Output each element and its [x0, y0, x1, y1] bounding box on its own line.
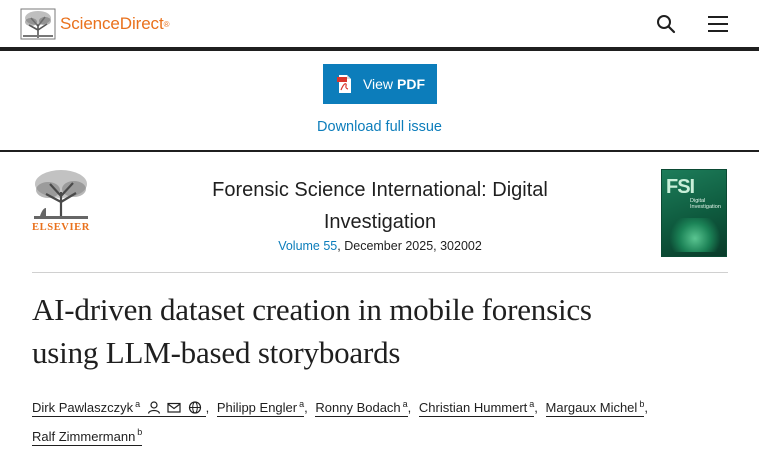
article-title: AI-driven dataset creation in mobile for… [32, 288, 732, 374]
elsevier-tree-icon [20, 8, 56, 40]
sciencedirect-logo[interactable]: ScienceDirect ® [20, 8, 169, 40]
author-link[interactable]: Christian Hummert a [418, 399, 535, 418]
journal-cover-image[interactable]: FSI Digital Investigation [661, 169, 727, 257]
elsevier-wordmark: ELSEVIER [32, 222, 90, 233]
author-link[interactable]: Philipp Engler a [216, 399, 305, 418]
article-title-line-1: AI-driven dataset creation in mobile for… [32, 292, 592, 327]
search-icon[interactable] [654, 12, 678, 36]
view-pdf-label: View [362, 76, 394, 92]
elsevier-logo[interactable]: ELSEVIER [30, 168, 92, 236]
author-separator: , [644, 400, 648, 416]
top-header: ScienceDirect ® [0, 0, 759, 47]
author-link[interactable]: Dirk Pawlaszczyk a [32, 399, 206, 418]
pdf-file-icon [336, 75, 351, 93]
affiliation-marker: b [137, 427, 143, 438]
author-link[interactable]: Margaux Michel b [545, 399, 645, 418]
author-separator: , [205, 400, 210, 416]
author-separator: , [407, 400, 412, 416]
pdf-download-area: View PDF Download full issue [0, 51, 759, 150]
author-name: Ralf Zimmermann [32, 428, 136, 444]
author-name: Philipp Engler [216, 400, 298, 416]
journal-divider [32, 272, 728, 273]
pdf-area-divider [0, 150, 759, 152]
journal-title-link[interactable]: Forensic Science International: Digital … [160, 174, 600, 238]
hamburger-menu-icon[interactable] [706, 12, 730, 36]
view-pdf-button[interactable]: View PDF [323, 64, 437, 104]
elsevier-tree-icon [34, 170, 88, 219]
journal-issue-info: Volume 55, December 2025, 302002 [160, 239, 600, 253]
cover-subtitle: Digital Investigation [690, 198, 721, 210]
author-separator: , [534, 400, 538, 416]
journal-title-line-2: Investigation [323, 211, 437, 233]
brand-registered-mark: ® [163, 19, 170, 29]
brand-name: ScienceDirect [60, 14, 164, 33]
volume-link[interactable]: Volume 55 [278, 239, 337, 253]
cover-artwork [668, 218, 722, 252]
email-icon [167, 403, 181, 413]
author-list: Dirk Pawlaszczyk a , Philipp Engler a, Ron… [32, 392, 732, 449]
globe-icon [188, 401, 202, 414]
author-separator: , [304, 400, 308, 416]
cover-abbreviation: FSI [666, 176, 695, 198]
pdf-label: PDF [397, 76, 426, 92]
author-name: Ronny Bodach [315, 400, 401, 416]
author-name: Dirk Pawlaszczyk [32, 400, 134, 416]
author-link[interactable]: Ronny Bodach a [315, 399, 408, 418]
author-name: Christian Hummert [418, 400, 528, 416]
affiliation-marker: a [135, 399, 141, 409]
person-icon [147, 401, 160, 415]
download-full-issue-link[interactable]: Download full issue [0, 119, 759, 135]
affiliation-marker: a [402, 399, 408, 409]
author-link[interactable]: Ralf Zimmermann b [32, 427, 143, 446]
article-title-line-2: using LLM-based storyboards [32, 335, 401, 370]
issue-date-article-number: , December 2025, 302002 [337, 239, 482, 253]
author-name: Margaux Michel [545, 400, 638, 416]
journal-title-line-1: Forensic Science International: Digital [212, 179, 548, 201]
